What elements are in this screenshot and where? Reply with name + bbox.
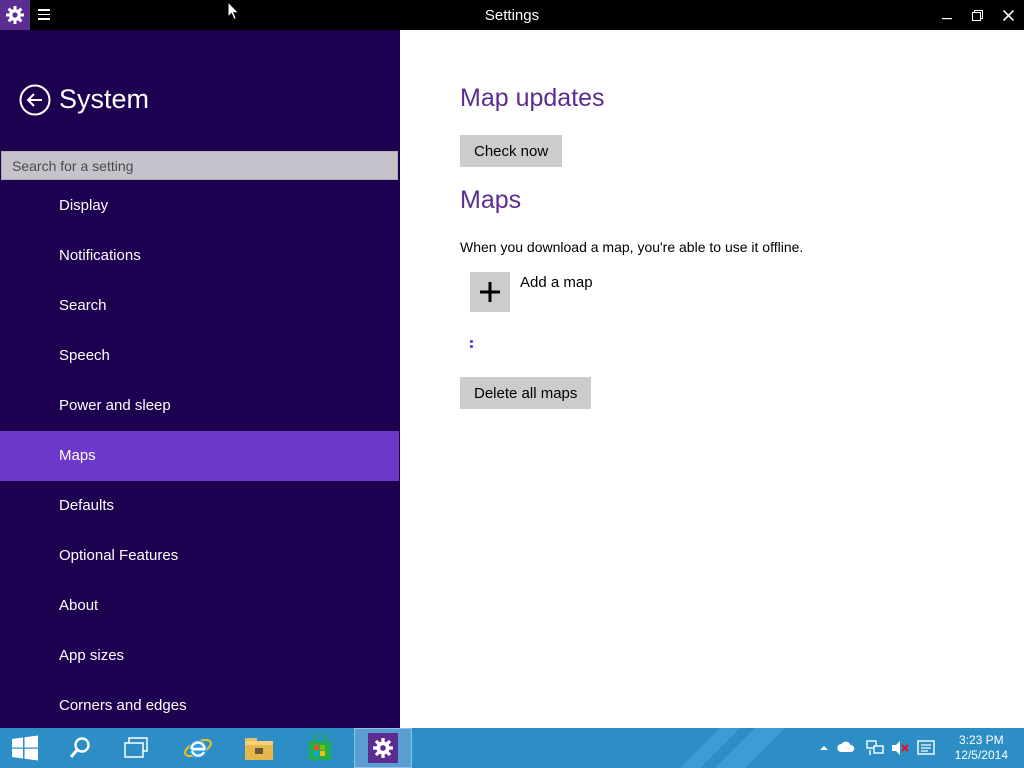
onedrive-icon[interactable] — [837, 740, 855, 754]
delete-all-maps-button[interactable]: Delete all maps — [460, 377, 592, 409]
internet-explorer-icon — [184, 738, 212, 758]
sidebar-item-display[interactable]: Display — [0, 181, 399, 231]
network-icon[interactable] — [866, 740, 884, 756]
minimize-button[interactable] — [931, 0, 962, 30]
task-view-icon — [124, 737, 148, 758]
sidebar-item-maps[interactable]: Maps — [0, 431, 399, 481]
sidebar-item-corners-and-edges[interactable]: Corners and edges — [0, 681, 399, 728]
add-map-button[interactable] — [470, 272, 510, 312]
back-arrow-icon — [19, 84, 51, 116]
gear-icon[interactable] — [0, 0, 30, 30]
sidebar-nav: Display Notifications Search Speech Powe… — [0, 181, 399, 728]
close-icon — [1003, 9, 1014, 21]
settings-icon — [373, 738, 393, 758]
sidebar-item-search[interactable]: Search — [0, 281, 399, 331]
action-center-icon[interactable] — [917, 740, 935, 756]
clock-time: 3:23 PM — [958, 733, 1004, 747]
map-updates-heading: Map updates — [460, 84, 605, 112]
page-title: System — [59, 84, 150, 114]
show-hidden-icons-chevron[interactable] — [819, 744, 829, 752]
search-icon — [69, 737, 90, 758]
system-tray: 3:23 PM 12/5/2014 — [814, 728, 1024, 768]
search-settings-input[interactable] — [1, 151, 398, 180]
sidebar-item-power-and-sleep[interactable]: Power and sleep — [0, 381, 399, 431]
sidebar-item-optional-features[interactable]: Optional Features — [0, 531, 399, 581]
restore-button[interactable] — [962, 0, 993, 30]
taskbar-clock[interactable]: 3:23 PM 12/5/2014 — [955, 733, 1008, 763]
sidebar: System Display Notifications Search Spee… — [0, 30, 400, 728]
maps-description: When you download a map, you're able to … — [460, 239, 804, 255]
start-icon — [12, 735, 38, 761]
main-content: Map updates Check now Maps When you down… — [400, 30, 1024, 728]
taskbar-settings[interactable] — [354, 728, 412, 768]
check-now-button[interactable]: Check now — [460, 135, 563, 167]
volume-muted-icon[interactable] — [891, 740, 909, 756]
sidebar-item-about[interactable]: About — [0, 581, 399, 631]
maps-heading: Maps — [460, 186, 522, 214]
sidebar-item-notifications[interactable]: Notifications — [0, 231, 399, 281]
window-title: Settings — [484, 7, 540, 24]
taskbar-search-button[interactable] — [55, 728, 105, 768]
taskbar-internet-explorer[interactable] — [170, 728, 226, 768]
hamburger-icon[interactable] — [38, 9, 50, 21]
plus-icon — [480, 282, 500, 302]
clock-date: 12/5/2014 — [954, 748, 1008, 762]
file-explorer-icon — [245, 738, 273, 760]
close-button[interactable] — [993, 0, 1024, 30]
back-button[interactable] — [19, 84, 51, 116]
start-button[interactable] — [0, 728, 50, 768]
store-icon — [309, 734, 331, 760]
add-map-label[interactable]: Add a map — [520, 274, 593, 291]
task-view-button[interactable] — [111, 728, 161, 768]
mouse-cursor-icon — [227, 1, 240, 21]
sidebar-item-speech[interactable]: Speech — [0, 331, 399, 381]
sidebar-item-defaults[interactable]: Defaults — [0, 481, 399, 531]
taskbar-file-explorer[interactable] — [231, 728, 287, 768]
sidebar-item-app-sizes[interactable]: App sizes — [0, 631, 399, 681]
title-bar: Settings — [0, 0, 1024, 30]
taskbar: 3:23 PM 12/5/2014 — [0, 728, 1024, 768]
minimize-icon — [941, 18, 952, 20]
taskbar-store[interactable] — [292, 728, 348, 768]
restore-icon — [972, 9, 983, 21]
loading-indicator — [470, 340, 474, 350]
